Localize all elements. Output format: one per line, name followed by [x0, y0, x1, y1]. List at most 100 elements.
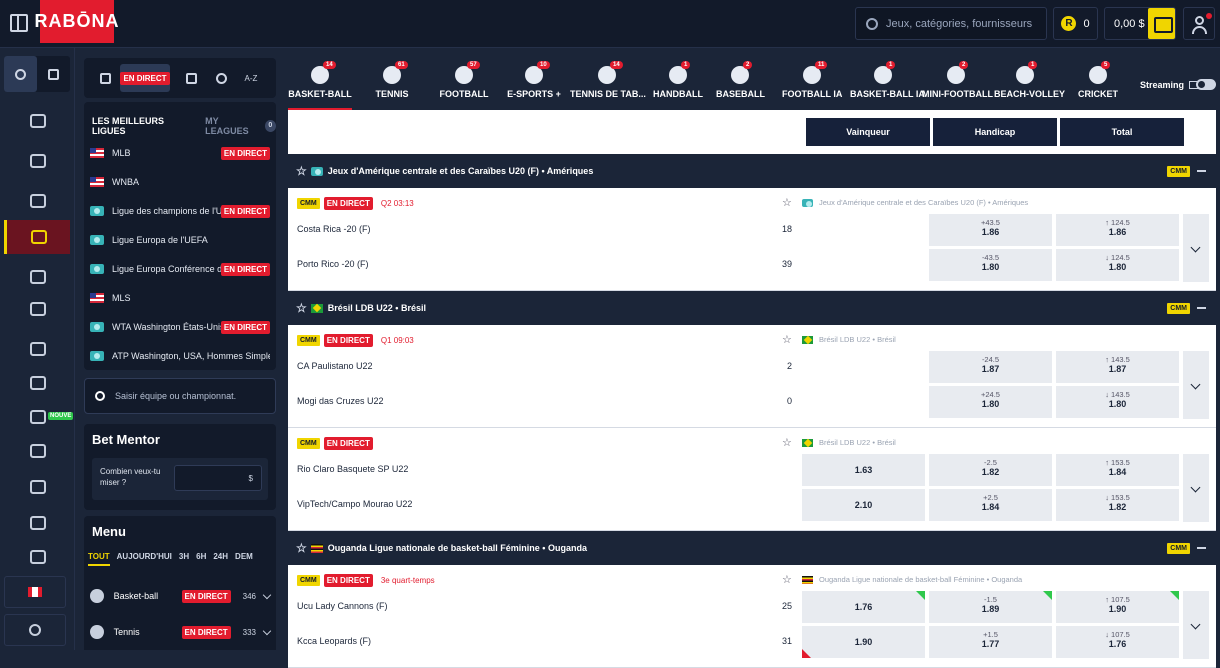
league-header[interactable]: ☆ Brésil LDB U22 • Brésil CMM	[288, 291, 1216, 325]
tab-my-leagues[interactable]: MY LEAGUES	[205, 116, 261, 136]
home-icon[interactable]	[0, 144, 75, 178]
sport-tab[interactable]: 1 BEACH-VOLLEY	[994, 58, 1065, 110]
league-item[interactable]: ATP Washington, USA, Hommes Simple	[90, 345, 270, 367]
market-vainqueur-button[interactable]: Vainqueur	[806, 118, 930, 146]
sidebar-toggle-icon[interactable]	[10, 14, 28, 32]
support-button[interactable]	[4, 614, 66, 646]
streaming-toggle[interactable]	[1196, 79, 1216, 90]
more-markets-button[interactable]	[1183, 591, 1209, 659]
away-team[interactable]: Mogi das Cruzes U22	[297, 396, 384, 406]
user-button[interactable]	[1183, 7, 1215, 40]
handicap-odd-button[interactable]: -24.5 1.87	[929, 351, 1052, 383]
tab-calendar[interactable]	[176, 64, 206, 92]
esports-icon[interactable]	[0, 260, 75, 294]
sports-icon[interactable]	[0, 184, 75, 218]
total-odd-button[interactable]: ↑ 143.5 1.87	[1056, 351, 1179, 383]
language-button[interactable]	[4, 576, 66, 608]
sport-tab[interactable]: 14 TENNIS DE TAB...	[570, 58, 646, 110]
league-item[interactable]: MLS	[90, 287, 270, 309]
wallet-icon[interactable]	[1148, 8, 1175, 39]
favorite-star-icon[interactable]: ☆	[782, 436, 792, 449]
sport-tab[interactable]: 2 BASEBALL	[716, 58, 765, 110]
home-team[interactable]: Costa Rica -20 (F)	[297, 224, 371, 234]
total-odd-button[interactable]: ↓ 107.5 1.76	[1056, 626, 1179, 658]
logo[interactable]: RABŌNA	[35, 0, 119, 43]
gift-icon[interactable]	[0, 104, 75, 138]
win-odd-button[interactable]: 1.76	[802, 591, 925, 623]
away-team[interactable]: VipTech/Campo Mourao U22	[297, 499, 412, 509]
sport-tab[interactable]: 11 FOOTBALL IA	[782, 58, 842, 110]
win-odd-button[interactable]: 2.10	[802, 489, 925, 521]
league-item[interactable]: WTA Washington États-Unis ...EN DIRECT	[90, 316, 270, 338]
sport-tab[interactable]: 1 HANDBALL	[652, 58, 704, 110]
league-header[interactable]: ☆ Ouganda Ligue nationale de basket-ball …	[288, 531, 1216, 565]
market-handicap-button[interactable]: Handicap	[933, 118, 1057, 146]
live-icon[interactable]	[4, 220, 70, 254]
coins-button[interactable]: R 0	[1053, 7, 1098, 40]
sport-tab[interactable]: 10 E-SPORTS +	[504, 58, 564, 110]
menu-tab[interactable]: 24H	[213, 552, 228, 566]
stake-input[interactable]: $	[174, 465, 262, 491]
betslip-mode-icon[interactable]	[37, 56, 70, 92]
handicap-odd-button[interactable]: +2.5 1.84	[929, 489, 1052, 521]
flag-icon[interactable]	[0, 506, 75, 540]
total-odd-button[interactable]: ↓ 153.5 1.82	[1056, 489, 1179, 521]
virtual-icon[interactable]	[0, 292, 75, 326]
favorite-star-icon[interactable]: ☆	[782, 196, 792, 209]
home-team[interactable]: Rio Claro Basquete SP U22	[297, 464, 408, 474]
chevron-down-icon[interactable]	[262, 590, 272, 599]
sports-mode-icon[interactable]	[4, 56, 37, 92]
total-odd-button[interactable]: ↓ 124.5 1.80	[1056, 249, 1179, 281]
market-total-button[interactable]: Total	[1060, 118, 1184, 146]
handicap-odd-button[interactable]: +24.5 1.80	[929, 386, 1052, 418]
menu-tab[interactable]: AUJOURD'HUI	[117, 552, 172, 566]
tab-az[interactable]: A-Z	[236, 64, 266, 92]
new-feature-icon[interactable]: NOUVE	[0, 400, 75, 434]
handicap-odd-button[interactable]: -43.5 1.80	[929, 249, 1052, 281]
handicap-odd-button[interactable]: +43.5 1.86	[929, 214, 1052, 246]
more-markets-button[interactable]	[1183, 454, 1209, 522]
league-item[interactable]: WNBA	[90, 171, 270, 193]
favorite-star-icon[interactable]: ☆	[782, 573, 792, 586]
more-markets-button[interactable]	[1183, 214, 1209, 282]
win-odd-button[interactable]: 1.63	[802, 454, 925, 486]
chevron-down-icon[interactable]	[262, 626, 272, 635]
sport-tab[interactable]: 57 FOOTBALL	[438, 58, 490, 110]
racing-flag-icon[interactable]	[0, 366, 75, 400]
collapse-icon[interactable]	[1197, 170, 1206, 172]
collapse-icon[interactable]	[1197, 307, 1206, 309]
menu-tab[interactable]: DEM	[235, 552, 253, 566]
home-team[interactable]: Ucu Lady Cannons (F)	[297, 601, 388, 611]
tab-top-leagues[interactable]: LES MEILLEURS LIGUES	[92, 116, 193, 136]
handicap-odd-button[interactable]: -1.5 1.89	[929, 591, 1052, 623]
sport-tab[interactable]: 2 MINI-FOOTBALL	[922, 58, 993, 110]
total-odd-button[interactable]: ↑ 153.5 1.84	[1056, 454, 1179, 486]
tab-live[interactable]: EN DIRECT	[120, 64, 170, 92]
favorite-star-icon[interactable]: ☆	[782, 333, 792, 346]
shop-icon[interactable]	[0, 470, 75, 504]
menu-tab[interactable]: TOUT	[88, 552, 110, 566]
league-item[interactable]: MLB EN DIRECT	[90, 142, 270, 164]
tab-home[interactable]	[90, 64, 120, 92]
away-team[interactable]: Kcca Leopards (F)	[297, 636, 371, 646]
sport-tab[interactable]: 1 BASKET-BALL IA	[850, 58, 925, 110]
home-team[interactable]: CA Paulistano U22	[297, 361, 373, 371]
collapse-icon[interactable]	[1197, 547, 1206, 549]
sport-tab[interactable]: 14 BASKET-BALL	[288, 58, 352, 110]
menu-sport-item[interactable]: Basket-ball EN DIRECT 346	[90, 584, 272, 608]
more-markets-button[interactable]	[1183, 351, 1209, 419]
total-odd-button[interactable]: ↓ 143.5 1.80	[1056, 386, 1179, 418]
cup-icon[interactable]	[0, 540, 75, 574]
promo-icon[interactable]	[0, 434, 75, 468]
trophy-icon[interactable]	[0, 332, 75, 366]
handicap-odd-button[interactable]: -2.5 1.82	[929, 454, 1052, 486]
tab-settings[interactable]	[206, 64, 236, 92]
league-header[interactable]: ☆ Jeux d'Amérique centrale et des Caraïbe…	[288, 154, 1216, 188]
total-odd-button[interactable]: ↑ 107.5 1.90	[1056, 591, 1179, 623]
league-item[interactable]: Ligue Europa Conférence de l...EN DIRECT	[90, 258, 270, 280]
menu-tab[interactable]: 6H	[196, 552, 206, 566]
away-team[interactable]: Porto Rico -20 (F)	[297, 259, 369, 269]
menu-sport-item[interactable]: Tennis EN DIRECT 333	[90, 620, 272, 644]
sport-tab[interactable]: 61 TENNIS	[370, 58, 414, 110]
handicap-odd-button[interactable]: +1.5 1.77	[929, 626, 1052, 658]
